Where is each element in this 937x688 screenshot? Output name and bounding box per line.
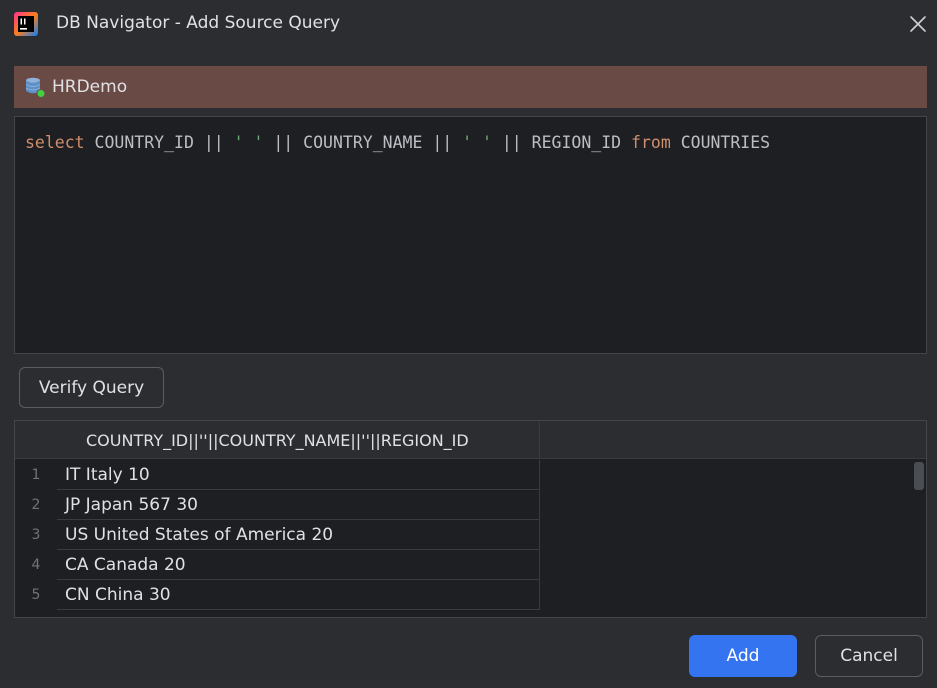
column-header[interactable]: COUNTRY_ID||''||COUNTRY_NAME||''||REGION… bbox=[57, 421, 540, 459]
table-cell[interactable]: JP Japan 567 30 bbox=[57, 490, 540, 520]
verify-query-button[interactable]: Verify Query bbox=[19, 367, 164, 408]
row-number: 5 bbox=[31, 587, 41, 603]
close-icon bbox=[910, 16, 926, 32]
row-number-header bbox=[15, 421, 57, 459]
sql-string: ' ' bbox=[233, 133, 264, 152]
sql-keyword: select bbox=[25, 133, 85, 152]
results-scrollbar[interactable] bbox=[912, 460, 926, 617]
row-number: 4 bbox=[31, 557, 41, 573]
intellij-app-icon bbox=[14, 12, 38, 36]
close-button[interactable] bbox=[904, 10, 932, 38]
table-row[interactable]: 5 CN China 30 bbox=[15, 580, 912, 610]
cancel-button[interactable]: Cancel bbox=[815, 635, 923, 677]
table-row[interactable]: 3 US United States of America 20 bbox=[15, 520, 912, 550]
row-number: 3 bbox=[31, 527, 41, 543]
title-bar: DB Navigator - Add Source Query bbox=[0, 0, 937, 48]
table-row[interactable]: 1 IT Italy 10 bbox=[15, 460, 912, 490]
table-body: 1 IT Italy 10 2 JP Japan 567 30 3 US United S… bbox=[15, 460, 912, 610]
scrollbar-thumb[interactable] bbox=[914, 462, 924, 490]
row-number: 2 bbox=[31, 497, 41, 513]
sql-string: ' ' bbox=[462, 133, 492, 152]
table-row[interactable]: 4 CA Canada 20 bbox=[15, 550, 912, 580]
connection-name: HRDemo bbox=[52, 77, 128, 97]
row-number: 1 bbox=[31, 467, 41, 483]
sql-editor[interactable]: select COUNTRY_ID || ' ' || COUNTRY_NAME… bbox=[14, 116, 927, 354]
sql-query-line[interactable]: select COUNTRY_ID || ' ' || COUNTRY_NAME… bbox=[25, 133, 770, 152]
add-button[interactable]: Add bbox=[689, 635, 797, 677]
table-cell[interactable]: IT Italy 10 bbox=[57, 460, 540, 490]
sql-text: COUNTRY_ID || bbox=[84, 133, 234, 152]
sql-text: || REGION_ID bbox=[491, 133, 632, 152]
window-title: DB Navigator - Add Source Query bbox=[56, 13, 341, 33]
table-header: COUNTRY_ID||''||COUNTRY_NAME||''||REGION… bbox=[15, 421, 926, 459]
table-cell[interactable]: US United States of America 20 bbox=[57, 520, 540, 550]
table-cell[interactable]: CN China 30 bbox=[57, 580, 540, 610]
connection-bar: HRDemo bbox=[14, 66, 927, 108]
sql-text: COUNTRIES bbox=[670, 133, 771, 152]
database-connected-icon bbox=[25, 77, 46, 98]
sql-keyword: from bbox=[631, 133, 671, 152]
query-results-table: COUNTRY_ID||''||COUNTRY_NAME||''||REGION… bbox=[14, 420, 927, 618]
table-row[interactable]: 2 JP Japan 567 30 bbox=[15, 490, 912, 520]
table-cell[interactable]: CA Canada 20 bbox=[57, 550, 540, 580]
sql-text: || COUNTRY_NAME || bbox=[263, 133, 463, 152]
